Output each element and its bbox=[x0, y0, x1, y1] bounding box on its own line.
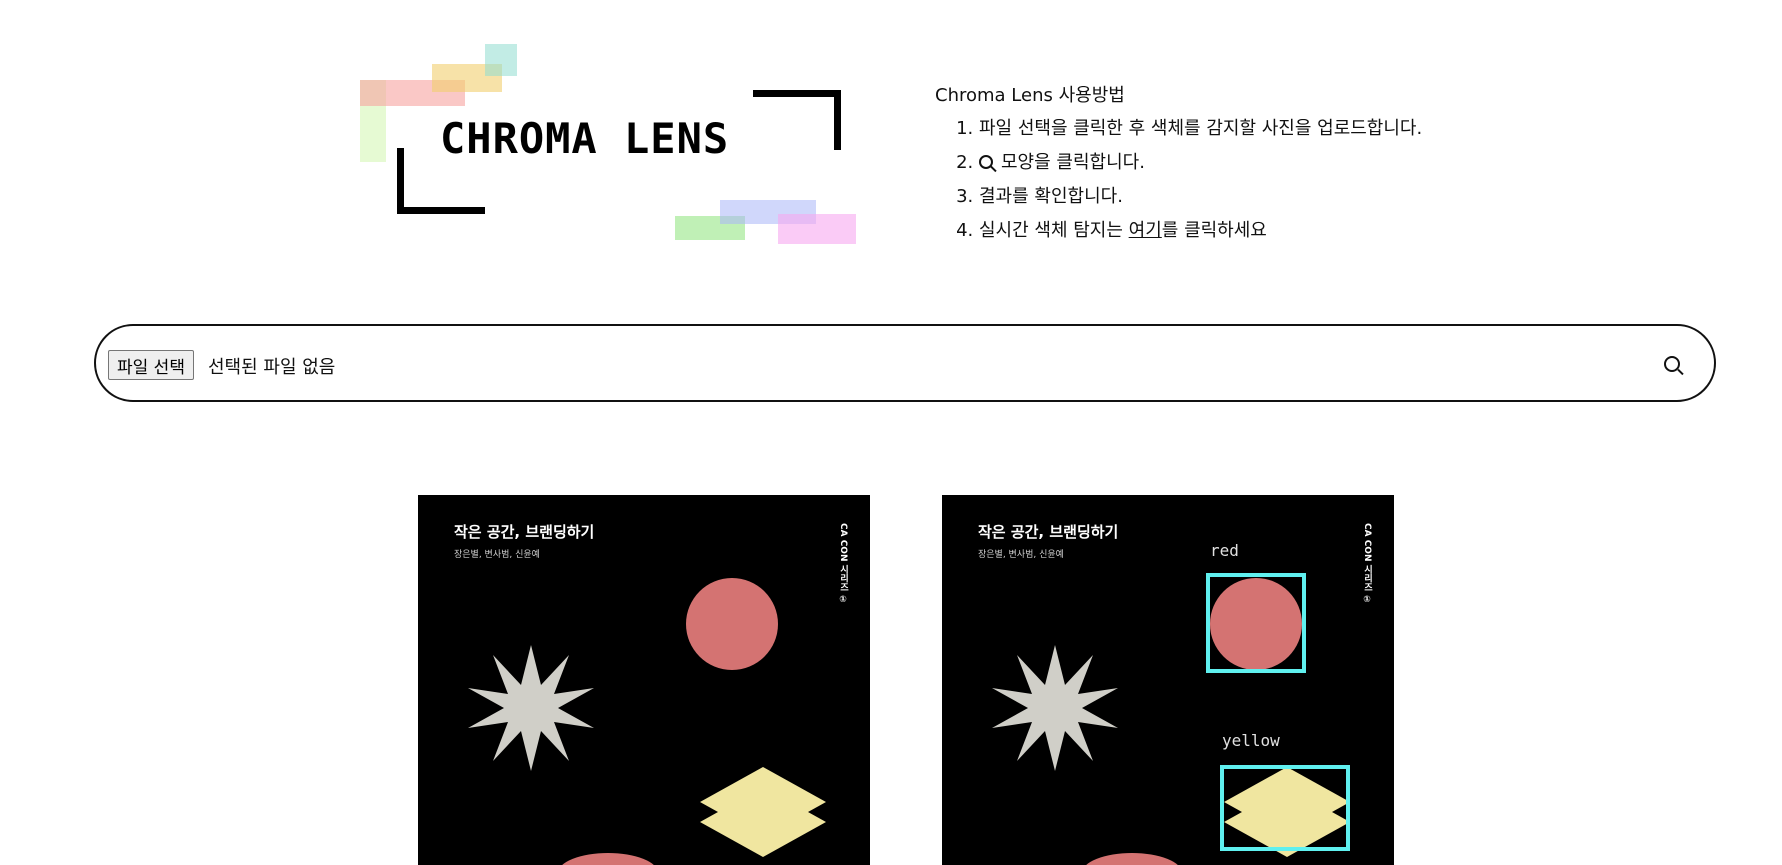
file-select-button[interactable]: 파일 선택 bbox=[108, 350, 194, 380]
usage-title: Chroma Lens 사용방법 bbox=[935, 85, 1125, 106]
gray-star-shape bbox=[992, 645, 1118, 771]
detection-box-yellow bbox=[1220, 765, 1350, 851]
detection-label-yellow: yellow bbox=[1222, 731, 1280, 750]
usage-instructions: Chroma Lens 사용방법 파일 선택을 클릭한 후 색체를 감지할 사진… bbox=[935, 86, 1422, 248]
upload-bar: 파일 선택 선택된 파일 없음 bbox=[94, 324, 1716, 402]
book-authors: 장은별, 변사범, 신윤예 bbox=[454, 550, 540, 560]
book-series: CA CON 시리즈 ① bbox=[838, 523, 848, 605]
logo-bracket bbox=[397, 148, 404, 214]
logo-bracket bbox=[397, 207, 485, 214]
red-shape-partial bbox=[1082, 853, 1182, 865]
realtime-detection-link[interactable]: 여기 bbox=[1129, 220, 1162, 241]
book-title: 작은 공간, 브랜딩하기 bbox=[978, 523, 1119, 541]
search-button[interactable] bbox=[1664, 356, 1686, 378]
logo-text: CHROMA LENS bbox=[440, 114, 730, 163]
usage-step-text: 파일 선택을 클릭한 후 색체를 감지할 사진을 업로드합니다. bbox=[979, 118, 1423, 139]
file-status-text: 선택된 파일 없음 bbox=[208, 357, 336, 378]
logo-bracket bbox=[834, 90, 841, 150]
gray-star-shape bbox=[468, 645, 594, 771]
usage-step: 모양을 클릭합니다. bbox=[979, 146, 1422, 180]
detection-label-red: red bbox=[1210, 541, 1239, 560]
logo-block-magenta bbox=[778, 214, 856, 244]
book-series: CA CON 시리즈 ① bbox=[1362, 523, 1372, 605]
usage-step: 결과를 확인합니다. bbox=[979, 180, 1422, 214]
chroma-lens-logo: CHROMA LENS bbox=[355, 40, 875, 250]
original-image: 작은 공간, 브랜딩하기 장은별, 변사범, 신윤예 CA CON 시리즈 ① bbox=[418, 495, 870, 865]
book-authors: 장은별, 변사범, 신윤예 bbox=[978, 550, 1064, 560]
logo-block-teal bbox=[485, 44, 517, 76]
logo-bracket bbox=[753, 90, 841, 97]
usage-step-text: 모양을 클릭합니다. bbox=[1001, 152, 1145, 173]
yellow-diamond-shape bbox=[700, 767, 826, 857]
result-image: 작은 공간, 브랜딩하기 장은별, 변사범, 신윤예 CA CON 시리즈 ① … bbox=[942, 495, 1394, 865]
red-circle-shape bbox=[686, 578, 778, 670]
search-icon bbox=[1664, 356, 1680, 372]
usage-step-text: 실시간 색체 탐지는 bbox=[979, 220, 1129, 241]
usage-step-text: 를 클릭하세요 bbox=[1161, 220, 1267, 241]
detection-box-red bbox=[1206, 573, 1306, 673]
usage-step: 실시간 색체 탐지는 여기를 클릭하세요 bbox=[979, 214, 1422, 248]
red-shape-partial bbox=[558, 853, 658, 865]
usage-step: 파일 선택을 클릭한 후 색체를 감지할 사진을 업로드합니다. bbox=[979, 112, 1422, 146]
book-title: 작은 공간, 브랜딩하기 bbox=[454, 523, 595, 541]
search-icon bbox=[979, 155, 993, 169]
usage-steps: 파일 선택을 클릭한 후 색체를 감지할 사진을 업로드합니다. 모양을 클릭합… bbox=[935, 112, 1422, 248]
usage-step-text: 결과를 확인합니다. bbox=[979, 186, 1123, 207]
